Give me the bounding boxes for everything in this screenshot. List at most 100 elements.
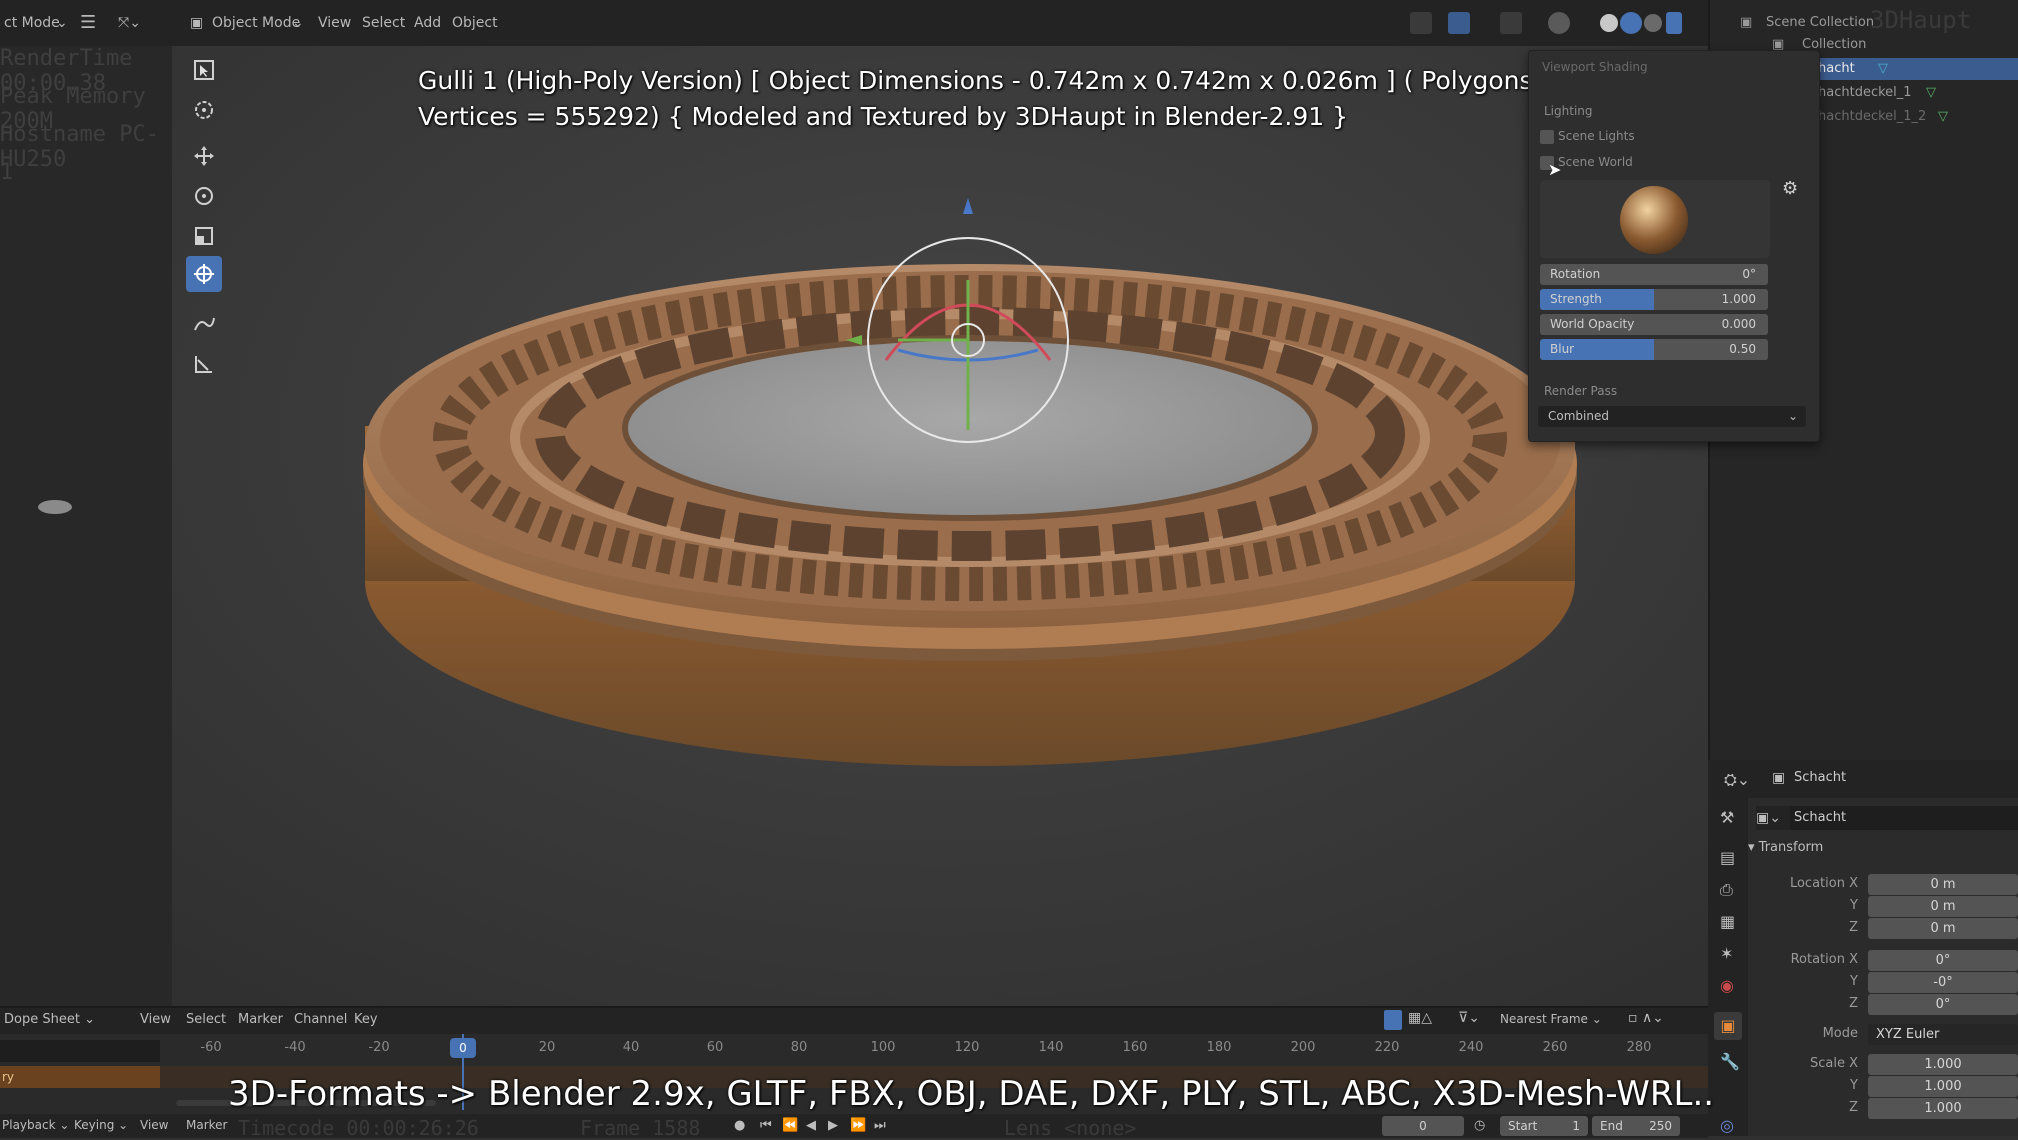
- rotation-mode-label: Mode: [1822, 1026, 1858, 1041]
- start-frame-field[interactable]: Start 1: [1500, 1116, 1588, 1136]
- end-frame-field[interactable]: End 250: [1592, 1116, 1680, 1136]
- footer-menu-marker[interactable]: Marker: [186, 1118, 227, 1132]
- wireframe-shading-icon[interactable]: [1548, 12, 1570, 34]
- manhole-cover-model[interactable]: [363, 264, 1577, 766]
- scene-collection-label: Scene Collection: [1766, 15, 1875, 30]
- render-pass-dropdown[interactable]: Combined ⌄: [1538, 406, 1806, 427]
- scene-lights-checkbox[interactable]: [1540, 130, 1554, 144]
- object-name-field[interactable]: Schacht: [1790, 806, 2018, 830]
- solid-shading-icon[interactable]: [1600, 14, 1618, 32]
- menu-add[interactable]: Add: [414, 10, 441, 36]
- jump-start-icon[interactable]: ⏮: [760, 1118, 772, 1133]
- annotate-tool-icon[interactable]: [186, 306, 222, 342]
- mesh-data-icon[interactable]: ▽: [1926, 82, 1936, 104]
- rotation-x-field[interactable]: 0°: [1868, 950, 2018, 971]
- clock-icon[interactable]: ◷: [1474, 1118, 1485, 1133]
- scale-z-field[interactable]: 1.000: [1868, 1098, 2018, 1119]
- dope-menu-view[interactable]: View: [140, 1012, 171, 1027]
- scale-x-field[interactable]: 1.000: [1868, 1054, 2018, 1075]
- frame-tick: -60: [200, 1040, 222, 1055]
- location-z-field[interactable]: 0 m: [1868, 918, 2018, 939]
- viewport-canvas: [172, 46, 1708, 1006]
- strength-slider[interactable]: Strength 1.000: [1540, 289, 1768, 310]
- prev-keyframe-icon[interactable]: ⏪: [782, 1118, 798, 1133]
- lens-overlay: Lens <none>: [1004, 1116, 1137, 1140]
- world-opacity-slider[interactable]: World Opacity 0.000: [1540, 314, 1768, 335]
- scale-y-field[interactable]: 1.000: [1868, 1076, 2018, 1097]
- material-shading-icon[interactable]: [1620, 12, 1642, 34]
- chevron-down-icon[interactable]: ⌄: [292, 10, 304, 36]
- menu-view[interactable]: View: [318, 10, 351, 36]
- snap-dropdown[interactable]: Nearest Frame ⌄: [1500, 1012, 1618, 1030]
- ghost-icon[interactable]: ▦△: [1408, 1010, 1432, 1026]
- location-x-field[interactable]: 0 m: [1868, 874, 2018, 895]
- rotation-z-field[interactable]: 0°: [1868, 994, 2018, 1015]
- rotation-z-label: Z: [1849, 996, 1858, 1011]
- filter-icon[interactable]: ⊽⌄: [1458, 1010, 1480, 1026]
- transform-icon[interactable]: ⤧⌄: [118, 10, 141, 36]
- render-pass-value: Combined: [1548, 409, 1609, 423]
- playback-menu[interactable]: Playback ⌄: [2, 1118, 69, 1132]
- hamburger-icon[interactable]: ☰: [80, 10, 96, 36]
- shading-dropdown-icon[interactable]: [1666, 12, 1682, 34]
- rotate-tool-icon[interactable]: [186, 178, 222, 214]
- object-mode-icon[interactable]: ▣: [190, 10, 203, 36]
- mode-menu[interactable]: ct Mode: [4, 10, 60, 36]
- chevron-down-icon[interactable]: ⌄: [56, 10, 68, 36]
- menu-object[interactable]: Object: [452, 10, 498, 36]
- current-frame-field[interactable]: 0: [1382, 1116, 1464, 1136]
- rotation-x-label: Rotation X: [1790, 952, 1858, 967]
- dope-sheet-editor-dropdown[interactable]: Dope Sheet ⌄: [4, 1012, 95, 1027]
- play-icon[interactable]: ▶: [828, 1118, 838, 1133]
- blur-slider[interactable]: Blur 0.50: [1540, 339, 1768, 360]
- jump-end-icon[interactable]: ⏭: [874, 1118, 886, 1133]
- menu-select[interactable]: Select: [362, 10, 405, 36]
- render-tab-icon[interactable]: ▤: [1720, 848, 1735, 867]
- object-data-icon[interactable]: ▣⌄: [1756, 806, 1781, 830]
- only-selected-icon[interactable]: [1384, 1010, 1402, 1030]
- physics-tab-icon[interactable]: ◎: [1720, 1116, 1734, 1135]
- frame-tick: 60: [706, 1040, 724, 1055]
- scale-tool-icon[interactable]: [186, 218, 222, 254]
- rotation-y-field[interactable]: -0°: [1868, 972, 2018, 993]
- proportional-icon[interactable]: ▫ ∧⌄: [1628, 1010, 1664, 1026]
- mesh-data-icon[interactable]: ▽: [1878, 58, 1888, 80]
- rotation-slider[interactable]: Rotation 0°: [1540, 264, 1768, 285]
- channel-row[interactable]: ry: [0, 1066, 160, 1088]
- play-reverse-icon[interactable]: ◀: [806, 1118, 816, 1133]
- hdri-sphere[interactable]: [1620, 186, 1688, 254]
- select-tool-icon[interactable]: [186, 52, 222, 88]
- mesh-data-icon[interactable]: ▽: [1938, 106, 1948, 128]
- scale-x-label: Scale X: [1809, 1056, 1858, 1071]
- gizmo-icon[interactable]: [1448, 12, 1470, 34]
- transform-panel-header[interactable]: ▾ Transform: [1748, 840, 1823, 855]
- dope-menu-key[interactable]: Key: [354, 1012, 378, 1027]
- dope-menu-select[interactable]: Select: [186, 1012, 226, 1027]
- rendered-shading-icon[interactable]: [1644, 14, 1662, 32]
- caption-formats: 3D-Formats -> Blender 2.9x, GLTF, FBX, O…: [228, 1074, 1715, 1114]
- record-icon[interactable]: ●: [734, 1118, 745, 1133]
- channel-search[interactable]: [0, 1040, 160, 1062]
- tool-tab-icon[interactable]: ⚒: [1720, 808, 1734, 827]
- measure-tool-icon[interactable]: [186, 346, 222, 382]
- 3d-viewport[interactable]: [172, 46, 1708, 1006]
- cursor-tool-icon[interactable]: [186, 92, 222, 128]
- editor-type-icon[interactable]: ⛭⌄: [1724, 770, 1750, 790]
- rotation-mode-dropdown[interactable]: XYZ Euler: [1868, 1024, 2018, 1045]
- dope-menu-marker[interactable]: Marker: [238, 1012, 283, 1027]
- footer-menu-view[interactable]: View: [140, 1118, 168, 1132]
- location-y-field[interactable]: 0 m: [1868, 896, 2018, 917]
- location-x-label: Location X: [1789, 876, 1858, 891]
- transform-tool-icon[interactable]: [186, 256, 222, 292]
- object-mode-dropdown[interactable]: Object Mode: [212, 10, 300, 36]
- outliner-scene-collection[interactable]: ▣ Scene Collection: [1710, 12, 2018, 34]
- next-keyframe-icon[interactable]: ⏩: [850, 1118, 866, 1133]
- dope-menu-channel[interactable]: Channel: [294, 1012, 347, 1027]
- overlay-icon[interactable]: [1500, 12, 1522, 34]
- frame-tick: 260: [1542, 1040, 1568, 1055]
- visibility-icon[interactable]: [1410, 12, 1432, 34]
- keying-menu[interactable]: Keying ⌄: [74, 1118, 128, 1132]
- move-tool-icon[interactable]: [186, 138, 222, 174]
- scene-lights-label: Scene Lights: [1558, 129, 1635, 143]
- gear-icon[interactable]: ⚙: [1782, 178, 1798, 199]
